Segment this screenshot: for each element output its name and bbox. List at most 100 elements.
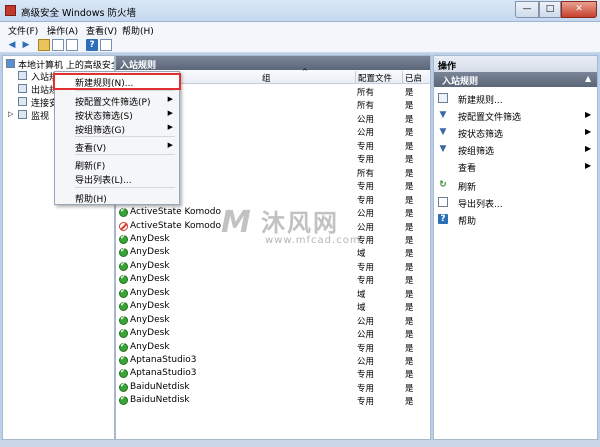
block-rule-icon	[119, 221, 128, 231]
rule-name: AnyDesk	[130, 341, 170, 352]
show-action-pane-icon[interactable]	[100, 39, 112, 51]
table-row[interactable]: BaiduNetdisk 专用 是	[116, 381, 430, 394]
menu-item-label: 查看(V)	[75, 144, 107, 154]
rule-profile: 所有	[357, 101, 375, 112]
table-row[interactable]: AnyDesk 专用 是	[116, 260, 430, 273]
rule-profile: 专用	[357, 370, 375, 381]
allow-rule-icon	[119, 367, 128, 379]
ctx-help[interactable]: 帮助(H)	[55, 191, 179, 205]
action-item[interactable]: 导出列表...	[434, 194, 597, 210]
filter-icon: ▼	[439, 110, 447, 120]
table-row[interactable]: AnyDesk 公用 是	[116, 314, 430, 327]
rule-name: AptanaStudio3	[130, 368, 197, 379]
status-bar	[0, 440, 600, 447]
table-row[interactable]: AnyDesk 专用 是	[116, 341, 430, 354]
firewall-icon	[6, 59, 15, 68]
rule-profile: 公用	[357, 316, 375, 327]
help-icon: ?	[438, 214, 448, 224]
rule-profile: 专用	[357, 195, 375, 206]
menu-file[interactable]: 文件(F)	[8, 24, 38, 37]
action-item[interactable]: ▼ 按状态筛选 ▶	[434, 124, 597, 140]
rule-name: BaiduNetdisk	[130, 395, 190, 406]
table-row[interactable]: AptanaStudio3 公用 是	[116, 354, 430, 367]
show-hide-tree-icon[interactable]	[52, 39, 64, 51]
rule-name: BaiduNetdisk	[130, 381, 190, 392]
rule-enabled: 是	[405, 101, 414, 112]
menu-action[interactable]: 操作(A)	[47, 24, 78, 37]
table-row[interactable]: AnyDesk 域 是	[116, 246, 430, 259]
inbound-rules-icon	[18, 71, 27, 80]
allow-rule-icon	[119, 287, 128, 298]
submenu-arrow-icon: ▶	[585, 127, 592, 136]
column-group[interactable]: 组	[262, 72, 271, 84]
action-item[interactable]: ? 帮助	[434, 211, 597, 227]
submenu-arrow-icon: ▶	[167, 95, 173, 103]
menu-view[interactable]: 查看(V)	[86, 24, 117, 37]
forward-arrow-icon[interactable]: ▶	[20, 39, 32, 51]
allow-rule-icon	[119, 273, 128, 285]
actions-title-bar: 操作	[434, 56, 597, 72]
menu-bar: 文件(F) 操作(A) 查看(V) 帮助(H)	[0, 22, 600, 37]
rule-name: AptanaStudio3	[130, 355, 197, 365]
column-profile[interactable]: 配置文件	[358, 72, 392, 84]
window-title: 高级安全 Windows 防火墙	[21, 8, 136, 19]
column-enabled[interactable]: 已启	[405, 72, 422, 84]
rule-profile: 公用	[357, 357, 375, 367]
table-row[interactable]: AptanaStudio3 专用 是	[116, 367, 430, 381]
allow-rule-icon	[119, 314, 128, 325]
menu-item-label: 按组筛选(G)	[75, 126, 125, 136]
ctx-export-list[interactable]: 导出列表(L)...	[55, 172, 179, 186]
menu-item-label: 导出列表(L)...	[75, 176, 132, 186]
rule-enabled: 是	[405, 262, 414, 273]
up-folder-icon[interactable]	[38, 39, 50, 51]
minimize-button[interactable]: —	[515, 1, 539, 18]
rule-enabled: 是	[405, 289, 414, 300]
ctx-new-rule[interactable]: 新建规则(N)...	[53, 73, 181, 90]
ctx-filter-state[interactable]: 按状态筛选(S) ▶	[55, 108, 179, 122]
table-row[interactable]: BaiduNetdisk 专用 是	[116, 394, 430, 408]
menu-item-label: 新建规则(N)...	[75, 79, 134, 89]
expand-arrow-icon[interactable]: ▷	[8, 110, 13, 118]
actions-section-header[interactable]: 入站规则 ▲	[434, 72, 597, 87]
rule-enabled: 是	[405, 222, 414, 233]
collapse-chevron-icon[interactable]: ▲	[585, 74, 591, 83]
table-row[interactable]: AnyDesk 专用 是	[116, 273, 430, 287]
action-label: 刷新	[458, 183, 477, 193]
action-item[interactable]: 查看 ▶	[434, 158, 597, 174]
ctx-filter-profile[interactable]: 按配置文件筛选(P) ▶	[55, 94, 179, 108]
rule-enabled: 是	[405, 276, 414, 287]
rule-profile: 专用	[357, 343, 375, 354]
help-icon[interactable]: ?	[86, 39, 98, 51]
table-row[interactable]: AnyDesk 公用 是	[116, 327, 430, 340]
table-row[interactable]: AnyDesk 域 是	[116, 300, 430, 313]
rule-enabled: 是	[405, 397, 414, 408]
rule-profile: 专用	[357, 397, 375, 408]
close-button[interactable]: ✕	[561, 1, 597, 18]
export-icon[interactable]	[66, 39, 78, 51]
action-item[interactable]: 新建规则...	[434, 90, 597, 106]
rule-profile: 专用	[357, 262, 375, 273]
menu-help[interactable]: 帮助(H)	[122, 24, 154, 37]
action-item[interactable]: ▼ 按配置文件筛选 ▶	[434, 107, 597, 123]
actions-pane: 操作 入站规则 ▲ 新建规则... ▼ 按配置文件筛选 ▶ ▼ 按状态筛选 ▶ ▼ 按组筛选 ▶ 查…	[433, 55, 598, 440]
ctx-filter-group[interactable]: 按组筛选(G) ▶	[55, 122, 179, 136]
rule-enabled: 是	[405, 383, 414, 394]
toolbar: ◀ ▶ ?	[0, 37, 600, 53]
ctx-refresh[interactable]: 刷新(F)	[55, 158, 179, 172]
back-arrow-icon[interactable]: ◀	[6, 39, 18, 51]
allow-rule-icon	[119, 327, 128, 339]
rule-enabled: 是	[405, 168, 414, 179]
rule-enabled: 是	[405, 370, 414, 381]
rule-profile: 所有	[357, 168, 375, 179]
table-row[interactable]: AnyDesk 专用 是	[116, 233, 430, 246]
maximize-button[interactable]: □	[539, 1, 561, 18]
allow-rule-icon	[119, 381, 128, 392]
table-row[interactable]: AnyDesk 域 是	[116, 287, 430, 300]
table-row[interactable]: ActiveState Komodo 公用 是	[116, 206, 430, 219]
action-item[interactable]: ▼ 按组筛选 ▶	[434, 141, 597, 157]
ctx-view[interactable]: 查看(V) ▶	[55, 140, 179, 154]
action-item[interactable]: ↻ 刷新	[434, 177, 597, 193]
menu-separator	[75, 136, 175, 137]
context-menu: 新建规则(N)... 按配置文件筛选(P) ▶ 按状态筛选(S) ▶ 按组筛选(G) ▶ 查看…	[53, 71, 181, 205]
table-row[interactable]: ActiveState Komodo 公用 是	[116, 220, 430, 233]
